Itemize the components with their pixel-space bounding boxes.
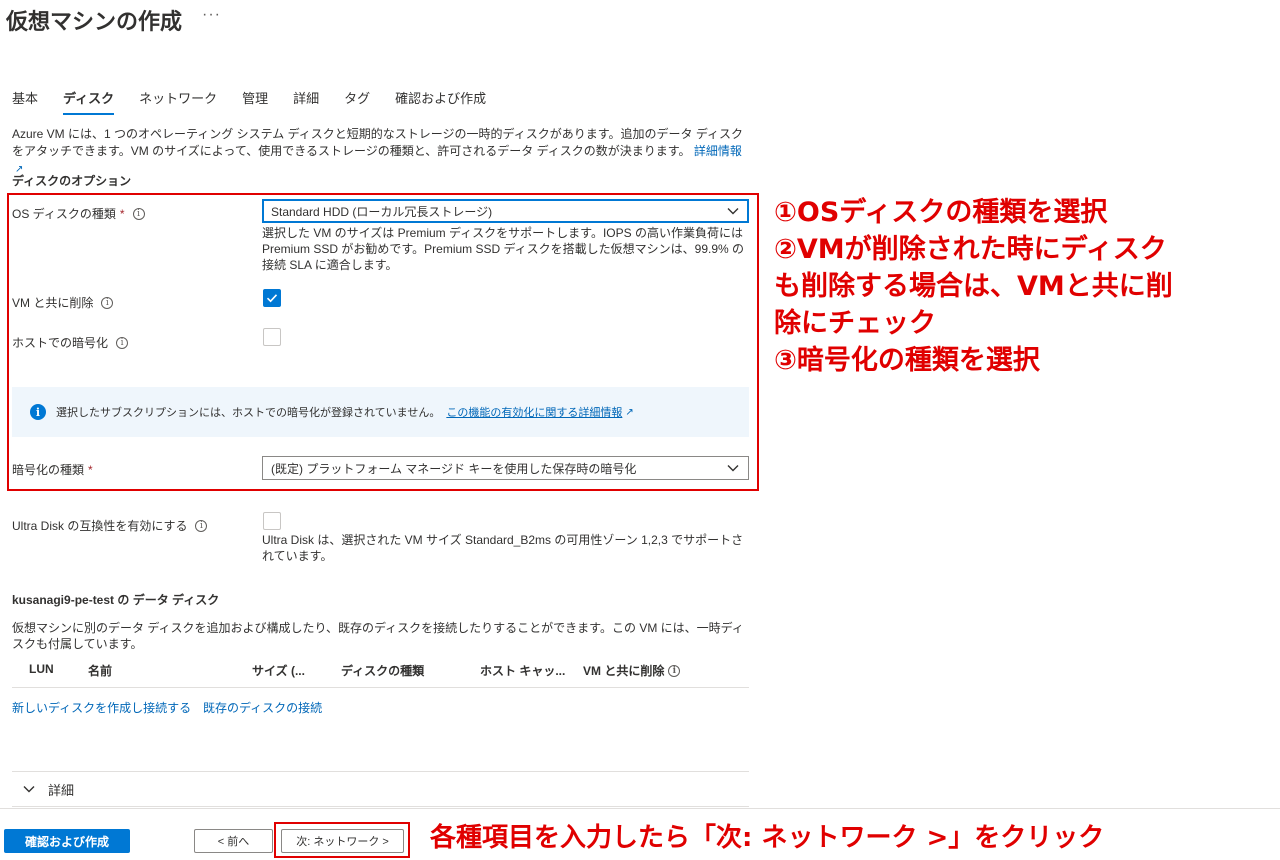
info-icon[interactable]: i [132,207,145,220]
encryption-type-dropdown[interactable]: (既定) プラットフォーム マネージド キーを使用した保存時の暗号化 [262,456,749,480]
delete-with-vm-label-text: VM と共に削除 [12,296,94,310]
column-header-delete-with-vm-text: VM と共に削除 [583,664,665,678]
os-disk-type-label-text: OS ディスクの種類 [12,207,116,221]
external-link-icon: ↗ [625,406,634,418]
host-encryption-label-text: ホストでの暗号化 [12,336,109,350]
enable-feature-link[interactable]: この機能の有効化に関する詳細情報 [446,404,622,420]
attach-existing-disk-link[interactable]: 既存のディスクの接続 [203,699,322,716]
required-marker: * [88,462,93,477]
host-encryption-label: ホストでの暗号化 i [12,334,129,351]
next-networking-button[interactable]: 次: ネットワーク > [281,829,404,853]
column-header-lun[interactable]: LUN [29,662,54,676]
tab-advanced[interactable]: 詳細 [293,88,319,115]
details-label: 詳細 [48,782,75,798]
annotation-line-3: も削除する場合は、VMと共に削 [774,271,1173,302]
intro-description: Azure VM には、1 つのオペレーティング システム ディスクと短期的なス… [12,127,743,158]
encryption-type-label-text: 暗号化の種類 [12,463,85,477]
create-attach-disk-link[interactable]: 新しいディスクを作成し接続する [12,699,191,716]
previous-button[interactable]: < 前へ [194,829,273,853]
disk-options-heading: ディスクのオプション [12,174,132,188]
details-expander[interactable]: 詳細 [12,771,749,807]
host-encryption-checkbox[interactable] [263,328,281,346]
chevron-down-icon [727,208,739,215]
info-bar-text: 選択したサブスクリプションには、ホストでの暗号化が登録されていません。 [56,407,441,419]
column-header-name[interactable]: 名前 [88,662,112,679]
ultra-disk-label-text: Ultra Disk の互換性を有効にする [12,519,188,533]
learn-more-link[interactable]: 詳細情報 [694,144,742,158]
ultra-disk-checkbox[interactable] [263,512,281,530]
os-disk-type-dropdown[interactable]: Standard HDD (ローカル冗長ストレージ) [262,199,749,223]
info-circle-icon: i [30,404,46,420]
checkmark-icon [266,294,278,303]
column-header-size[interactable]: サイズ (... [252,662,305,679]
encryption-type-label: 暗号化の種類 * [12,461,93,478]
annotation-line-2: ②VMが削除された時にディスク [774,234,1167,265]
os-disk-type-label: OS ディスクの種類 * i [12,205,145,222]
info-icon[interactable]: i [116,336,129,349]
annotation-line-4: 除にチェック [774,308,936,339]
delete-with-vm-checkbox[interactable] [263,289,281,307]
annotation-text: ①OSディスクの種類を選択 ②VMが削除された時にディスク も削除する場合は、V… [774,194,1274,379]
annotation-line-5: ③暗号化の種類を選択 [774,345,1040,376]
os-disk-type-value: Standard HDD (ローカル冗長ストレージ) [271,204,493,219]
os-disk-type-help: 選択した VM のサイズは Premium ディスクをサポートします。IOPS … [262,226,745,272]
info-icon[interactable]: i [101,296,114,309]
tab-disks[interactable]: ディスク [63,88,115,115]
column-header-host-caching[interactable]: ホスト キャッ... [480,662,565,679]
required-marker: * [119,206,125,221]
tab-review-create[interactable]: 確認および作成 [395,88,486,115]
tab-management[interactable]: 管理 [242,88,268,115]
tab-bar: 基本 ディスク ネットワーク 管理 詳細 タグ 確認および作成 [12,88,511,115]
footer-divider [0,808,1280,809]
column-header-delete-with-vm[interactable]: VM と共に削除 i [583,662,681,679]
ultra-disk-label: Ultra Disk の互換性を有効にする i [12,517,208,534]
intro-text: Azure VM には、1 つのオペレーティング システム ディスクと短期的なス… [12,126,752,178]
encryption-type-value: (既定) プラットフォーム マネージド キーを使用した保存時の暗号化 [271,461,637,476]
footer-annotation: 各種項目を入力したら「次: ネットワーク >」をクリック [430,823,1105,853]
info-icon[interactable]: i [195,519,208,532]
data-disks-description: 仮想マシンに別のデータ ディスクを追加および構成したり、既存のディスクを接続した… [12,621,744,651]
data-disks-heading: kusanagi9-pe-test の データ ディスク [12,593,220,607]
page-title: 仮想マシンの作成 [6,9,183,34]
chevron-down-icon [23,786,35,793]
annotation-line-1: ①OSディスクの種類を選択 [774,197,1108,228]
ultra-disk-help: Ultra Disk は、選択された VM サイズ Standard_B2ms … [262,533,744,563]
chevron-down-icon [727,465,739,472]
delete-with-vm-label: VM と共に削除 i [12,294,114,311]
tab-basics[interactable]: 基本 [12,88,38,115]
data-disks-table-header: LUN 名前 サイズ (... ディスクの種類 ホスト キャッ... VM と共… [12,660,749,688]
review-create-button[interactable]: 確認および作成 [4,829,130,853]
host-encryption-info-bar: i 選択したサブスクリプションには、ホストでの暗号化が登録されていません。 この… [12,387,749,437]
tab-networking[interactable]: ネットワーク [139,88,217,115]
more-options-icon[interactable]: ··· [202,6,221,24]
info-icon[interactable]: i [668,664,681,677]
tab-tags[interactable]: タグ [344,88,370,115]
column-header-disk-type[interactable]: ディスクの種類 [341,662,424,679]
